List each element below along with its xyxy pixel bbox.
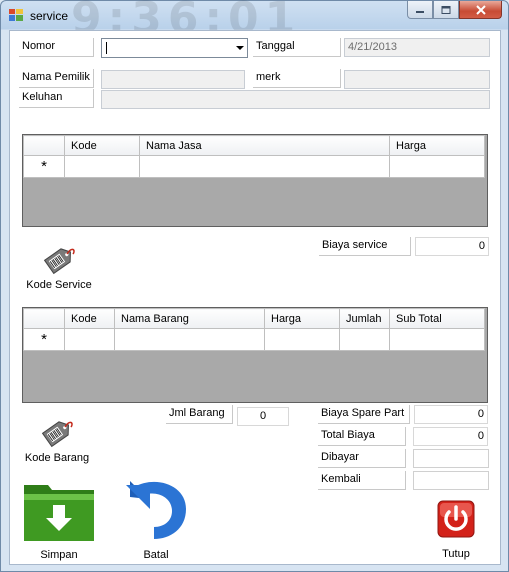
kode-barang-button[interactable]: Kode Barang <box>22 413 92 464</box>
chevron-down-icon[interactable] <box>236 46 244 50</box>
kode-barang-label: Kode Barang <box>24 452 90 464</box>
close-icon <box>475 4 486 15</box>
column-header-harga[interactable]: Harga <box>389 135 485 156</box>
nomor-label: Nomor <box>19 38 94 57</box>
column-header-kode[interactable]: Kode <box>64 308 115 329</box>
keluhan-label: Keluhan <box>19 89 94 108</box>
grid-cell[interactable] <box>64 155 140 178</box>
barang-grid[interactable]: Kode Nama Barang Harga Jumlah Sub Total … <box>22 307 488 403</box>
nama-pemilik-field[interactable] <box>101 70 245 89</box>
tutup-label: Tutup <box>442 548 470 560</box>
biaya-service-label: Biaya service <box>319 237 411 256</box>
biaya-spare-part-field[interactable]: 0 <box>414 405 488 424</box>
nomor-combobox[interactable] <box>101 38 248 58</box>
title-bar[interactable]: 9:36:01 service <box>1 0 508 44</box>
grid-cell[interactable] <box>139 155 390 178</box>
jasa-grid[interactable]: Kode Nama Jasa Harga * <box>22 134 488 227</box>
merk-field[interactable] <box>344 70 490 89</box>
tanggal-label: Tanggal <box>253 38 341 57</box>
dibayar-label: Dibayar <box>318 449 406 468</box>
maximize-icon <box>441 5 451 14</box>
column-header-nama-jasa[interactable]: Nama Jasa <box>139 135 390 156</box>
green-folder-save-icon <box>24 485 94 541</box>
keluhan-field[interactable] <box>101 90 490 109</box>
jml-barang-label: Jml Barang <box>166 405 233 424</box>
nama-pemilik-label: Nama Pemilik <box>19 69 94 88</box>
batal-button[interactable]: Batal <box>116 477 196 561</box>
kembali-field[interactable] <box>413 471 489 490</box>
new-row-marker[interactable]: * <box>23 328 65 351</box>
close-window-button[interactable] <box>459 1 502 19</box>
blue-undo-arrow-icon <box>126 481 186 539</box>
jml-barang-field[interactable]: 0 <box>237 407 289 426</box>
grid-corner-cell <box>23 135 65 156</box>
minimize-icon <box>416 10 424 13</box>
service-window: 9:36:01 service Nomor Tanggal 4/21/2013 … <box>0 0 509 572</box>
barcode-tag-icon <box>43 248 75 275</box>
merk-label: merk <box>253 69 341 88</box>
column-header-kode[interactable]: Kode <box>64 135 140 156</box>
grid-cell[interactable] <box>264 328 340 351</box>
column-header-nama-barang[interactable]: Nama Barang <box>114 308 265 329</box>
batal-label: Batal <box>143 549 169 561</box>
grid-cell[interactable] <box>389 328 485 351</box>
column-header-sub-total[interactable]: Sub Total <box>389 308 485 329</box>
grid-cell[interactable] <box>389 155 485 178</box>
red-power-icon <box>437 500 475 538</box>
kode-service-button[interactable]: Kode Service <box>24 240 94 291</box>
dibayar-field[interactable] <box>413 449 489 468</box>
new-row-marker[interactable]: * <box>23 155 65 178</box>
maximize-button[interactable] <box>433 1 459 19</box>
text-caret <box>106 42 107 54</box>
minimize-button[interactable] <box>407 1 433 19</box>
column-header-harga[interactable]: Harga <box>264 308 340 329</box>
biaya-service-field[interactable]: 0 <box>415 237 489 256</box>
barcode-tag-icon <box>41 421 73 448</box>
column-header-jumlah[interactable]: Jumlah <box>339 308 390 329</box>
simpan-label: Simpan <box>40 549 78 561</box>
biaya-spare-part-label: Biaya Spare Part <box>318 405 410 424</box>
app-icon <box>9 9 23 21</box>
simpan-button[interactable]: Simpan <box>18 477 100 561</box>
form-client-area: Nomor Tanggal 4/21/2013 Nama Pemilik mer… <box>9 30 501 565</box>
tutup-button[interactable]: Tutup <box>428 499 484 560</box>
grid-cell[interactable] <box>114 328 265 351</box>
kode-service-label: Kode Service <box>26 279 92 291</box>
window-title: service <box>30 9 69 23</box>
grid-cell[interactable] <box>64 328 115 351</box>
grid-cell[interactable] <box>339 328 390 351</box>
tanggal-field[interactable]: 4/21/2013 <box>344 38 490 57</box>
grid-corner-cell <box>23 308 65 329</box>
kembali-label: Kembali <box>318 471 406 490</box>
total-biaya-label: Total Biaya <box>318 427 406 446</box>
total-biaya-field[interactable]: 0 <box>413 427 488 446</box>
